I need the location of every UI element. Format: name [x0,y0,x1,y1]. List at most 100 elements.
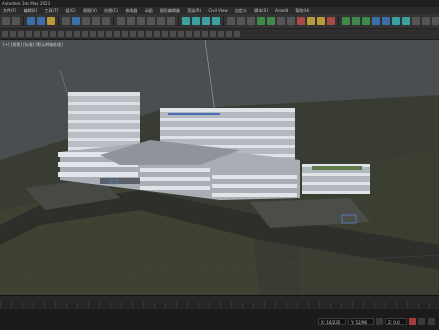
align-icon[interactable] [247,17,255,25]
rect-selection-icon[interactable] [92,17,100,25]
menu-arnold[interactable]: Arnold [275,8,288,13]
select-by-name-icon[interactable] [82,17,90,25]
ribbon-tool-icon[interactable] [122,31,128,37]
menu-rendering[interactable]: 渲染(R) [187,8,201,13]
scale-icon[interactable] [137,17,145,25]
layer-manager-icon[interactable] [257,17,265,25]
plugin-icon[interactable] [372,17,380,25]
perspective-viewport[interactable]: [+] [透视] [标准] [默认明暗处理] [0,40,439,295]
x-coordinate-field[interactable]: X: 16/235 [318,318,346,325]
play-icon[interactable] [418,318,425,325]
toolbar-divider [58,16,59,26]
ribbon-tool-icon[interactable] [202,31,208,37]
menu-tools[interactable]: 工具(T) [45,8,59,13]
render-setup-icon[interactable] [307,17,315,25]
menu-file[interactable]: 文件(F) [3,8,16,13]
menu-help[interactable]: 帮助(H) [295,8,309,13]
plugin-icon[interactable] [342,17,350,25]
ribbon-tool-icon[interactable] [146,31,152,37]
place-icon[interactable] [147,17,155,25]
ribbon-tool-icon[interactable] [114,31,120,37]
menu-create[interactable]: 创建(C) [104,8,118,13]
menu-graph-editors[interactable]: 图形编辑器 [160,8,180,13]
ribbon-tool-icon[interactable] [90,31,96,37]
auto-key-button[interactable] [409,318,416,325]
pivot-center-icon[interactable] [167,17,175,25]
plugin-icon[interactable] [362,17,370,25]
ribbon-tool-icon[interactable] [170,31,176,37]
menu-customize[interactable]: 自定义 [235,8,247,13]
reference-coord-icon[interactable] [157,17,165,25]
ribbon-tool-icon[interactable] [66,31,72,37]
ribbon-tool-icon[interactable] [50,31,56,37]
ribbon-tool-icon[interactable] [234,31,240,37]
ribbon-tool-icon[interactable] [82,31,88,37]
toolbar-divider [113,16,114,26]
timeline-ruler[interactable] [0,302,439,309]
plugin-icon[interactable] [352,17,360,25]
ribbon-tool-icon[interactable] [42,31,48,37]
ribbon-tool-icon[interactable] [130,31,136,37]
plugin-icon[interactable] [392,17,400,25]
ribbon-tool-icon[interactable] [10,31,16,37]
angle-snap-icon[interactable] [192,17,200,25]
curve-editor-icon[interactable] [277,17,285,25]
bind-space-warp-icon[interactable] [47,17,55,25]
ribbon-tool-icon[interactable] [218,31,224,37]
percent-snap-icon[interactable] [202,17,210,25]
plugin-icon[interactable] [432,17,439,25]
scene-explorer-icon[interactable] [267,17,275,25]
link-icon[interactable] [27,17,35,25]
window-crossing-icon[interactable] [102,17,110,25]
ribbon-tool-icon[interactable] [210,31,216,37]
mirror-icon[interactable] [237,17,245,25]
schematic-view-icon[interactable] [287,17,295,25]
ribbon-tool-icon[interactable] [162,31,168,37]
plugin-icon[interactable] [422,17,430,25]
ribbon-tool-icon[interactable] [178,31,184,37]
ribbon-tool-icon[interactable] [226,31,232,37]
ribbon-tool-icon[interactable] [18,31,24,37]
viewport-label[interactable]: [+] [透视] [标准] [默认明暗处理] [3,42,63,48]
menu-group[interactable]: 组(G) [66,8,76,13]
y-coordinate-field[interactable]: Y: 52/96 [348,318,374,325]
move-icon[interactable] [117,17,125,25]
isolate-icon[interactable] [376,318,383,325]
snap-toggle-icon[interactable] [182,17,190,25]
plugin-icon[interactable] [402,17,410,25]
menu-view[interactable]: 视图(V) [83,8,97,13]
menu-edit[interactable]: 编辑(E) [24,8,38,13]
redo-icon[interactable] [12,17,20,25]
ribbon-toolbar [0,29,439,40]
ribbon-tool-icon[interactable] [58,31,64,37]
z-coordinate-field[interactable]: Z: 0.0 [385,318,407,325]
rotate-icon[interactable] [127,17,135,25]
plugin-icon[interactable] [382,17,390,25]
ribbon-tool-icon[interactable] [138,31,144,37]
ribbon-tool-icon[interactable] [2,31,8,37]
menu-animation[interactable]: 动画 [145,8,153,13]
plugin-icon[interactable] [412,17,420,25]
material-editor-icon[interactable] [297,17,305,25]
menu-modifiers[interactable]: 修改器 [125,8,137,13]
menu-civil-view[interactable]: Civil View [208,8,227,13]
menu-scripting[interactable]: 脚本(S) [254,8,268,13]
render-production-icon[interactable] [327,17,335,25]
ribbon-tool-icon[interactable] [106,31,112,37]
undo-icon[interactable] [2,17,10,25]
toolbar-divider [338,16,339,26]
key-filters-icon[interactable] [428,318,435,325]
selection-filter-icon[interactable] [62,17,70,25]
ribbon-tool-icon[interactable] [26,31,32,37]
ribbon-tool-icon[interactable] [98,31,104,37]
spinner-snap-icon[interactable] [212,17,220,25]
ribbon-tool-icon[interactable] [154,31,160,37]
named-selection-icon[interactable] [227,17,235,25]
rendered-frame-window-icon[interactable] [317,17,325,25]
ribbon-tool-icon[interactable] [194,31,200,37]
ribbon-tool-icon[interactable] [186,31,192,37]
select-object-icon[interactable] [72,17,80,25]
ribbon-tool-icon[interactable] [34,31,40,37]
ribbon-tool-icon[interactable] [74,31,80,37]
unlink-icon[interactable] [37,17,45,25]
